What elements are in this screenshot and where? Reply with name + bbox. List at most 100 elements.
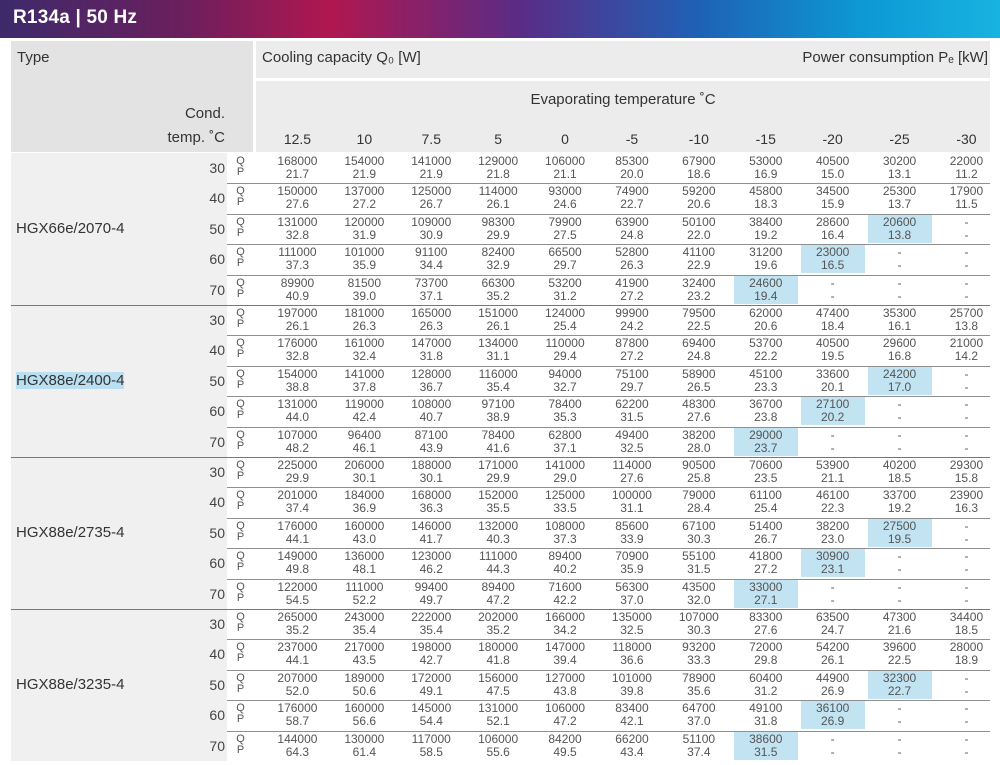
type-header-label: Type [17, 49, 50, 66]
p-value: 35.2 [486, 288, 510, 303]
value-cell: 131000 44.0 [267, 398, 327, 424]
p-value: 40.3 [486, 531, 510, 546]
p-value: 21.6 [887, 623, 912, 637]
value-cell: 36100 26.9 [803, 702, 863, 728]
p-value: 15.9 [820, 197, 845, 212]
p-value: 41.6 [486, 440, 510, 455]
p-value: 30.3 [687, 623, 711, 637]
cond-temp: 70 [209, 737, 225, 754]
p-value: 30.1 [419, 471, 443, 485]
p-value: 41.7 [419, 531, 443, 546]
row-divider [227, 396, 990, 398]
value-cell: -- [870, 580, 930, 607]
title-banner: R134a | 50 Hz [0, 0, 1000, 38]
cond-temp: 40 [209, 646, 225, 663]
p-value: 43.0 [352, 531, 377, 546]
p-label: P [236, 470, 245, 482]
q-value: - [897, 427, 902, 442]
q-value: 43500 [682, 579, 716, 594]
value-cell: 151000 26.1 [468, 307, 528, 333]
p-value: - [964, 288, 969, 303]
value-cell: 147000 31.8 [401, 337, 461, 363]
q-value: 108000 [545, 518, 586, 533]
p-value: 29.8 [754, 653, 778, 668]
value-cell: 79000 28.4 [669, 489, 729, 515]
value-cell: -- [936, 215, 996, 242]
value-cell: 63500 24.7 [803, 611, 863, 637]
p-value: 35.9 [352, 258, 377, 273]
p-value: 36.6 [620, 653, 644, 668]
p-value: 43.9 [419, 440, 443, 455]
p-value: 32.8 [285, 349, 310, 364]
value-cell: 53200 31.2 [535, 276, 595, 303]
value-cell: 53000 16.9 [736, 155, 796, 181]
q-value: 96400 [347, 427, 382, 442]
p-value: 31.5 [754, 744, 778, 759]
q-value: - [964, 275, 969, 290]
value-cell: 23000 16.5 [803, 246, 863, 272]
q-value: - [964, 518, 969, 533]
p-value: 52.1 [486, 714, 510, 729]
p-value: 16.9 [754, 167, 778, 181]
evap-temp-header: -20 [822, 131, 843, 147]
p-label: P [236, 257, 245, 270]
model-name-text: HGX88e/2735-4 [16, 524, 125, 541]
p-value: 31.1 [620, 501, 644, 516]
qp-label: QP [227, 186, 254, 208]
value-cell: 75100 29.7 [602, 367, 662, 394]
p-value: 56.6 [352, 714, 377, 729]
qp-label: QP [227, 551, 254, 573]
value-cell: 81500 39.0 [334, 276, 394, 303]
p-value: 27.2 [620, 349, 644, 364]
value-cell: 184000 36.9 [334, 489, 394, 515]
value-cell: 50100 22.0 [669, 215, 729, 242]
p-value: 26.1 [486, 197, 510, 212]
value-cell: 46100 22.3 [803, 489, 863, 515]
p-value: - [897, 258, 902, 273]
p-value: 22.7 [887, 683, 912, 698]
row-divider [227, 578, 990, 580]
p-value: 43.4 [620, 744, 644, 759]
p-value: 44.1 [285, 653, 310, 668]
value-cell: 55100 31.5 [669, 550, 729, 576]
value-cell: 34400 18.5 [936, 611, 996, 637]
p-value: 40.9 [285, 288, 310, 303]
value-cell: 111000 52.2 [334, 579, 394, 607]
q-value: - [964, 670, 969, 685]
value-cell: 141000 21.9 [401, 155, 461, 181]
value-cell: 53900 21.1 [803, 459, 863, 485]
p-value: - [964, 714, 969, 729]
q-value: 84200 [548, 731, 582, 746]
p-value: 37.1 [419, 288, 443, 303]
p-value: 23.8 [754, 410, 778, 425]
value-cell: 110000 29.4 [535, 337, 595, 363]
value-cell: 78900 35.6 [669, 671, 729, 698]
p-value: 47.2 [486, 592, 510, 607]
cond-header-label: Cond. [184, 105, 225, 122]
value-cell: 41900 27.2 [602, 276, 662, 303]
value-cell: 168000 21.7 [267, 155, 327, 181]
p-value: - [964, 562, 969, 577]
p-value: 19.4 [754, 288, 778, 303]
p-value: - [830, 744, 835, 759]
value-cell: 189000 50.6 [334, 671, 394, 698]
p-value: 33.3 [687, 653, 711, 668]
value-cell: 98300 29.9 [468, 215, 528, 242]
p-value: 22.5 [887, 653, 912, 668]
value-cell: -- [936, 367, 996, 394]
q-value: 107000 [277, 427, 318, 442]
q-value: 111000 [345, 579, 384, 594]
p-value: 61.4 [352, 744, 377, 759]
qp-label: QP [227, 642, 254, 664]
value-cell: 109000 30.9 [401, 215, 461, 242]
p-value: 35.4 [486, 379, 510, 394]
value-cell: 243000 35.4 [334, 611, 394, 637]
value-cell: -- [870, 398, 930, 424]
value-cell: 99900 24.2 [602, 307, 662, 333]
value-cell: 23900 16.3 [936, 489, 996, 515]
value-cell: 197000 26.1 [267, 307, 327, 333]
value-cell: -- [936, 550, 996, 576]
q-value: 144000 [277, 731, 318, 746]
p-value: 41.8 [486, 653, 510, 668]
q-value: 44900 [815, 670, 850, 685]
